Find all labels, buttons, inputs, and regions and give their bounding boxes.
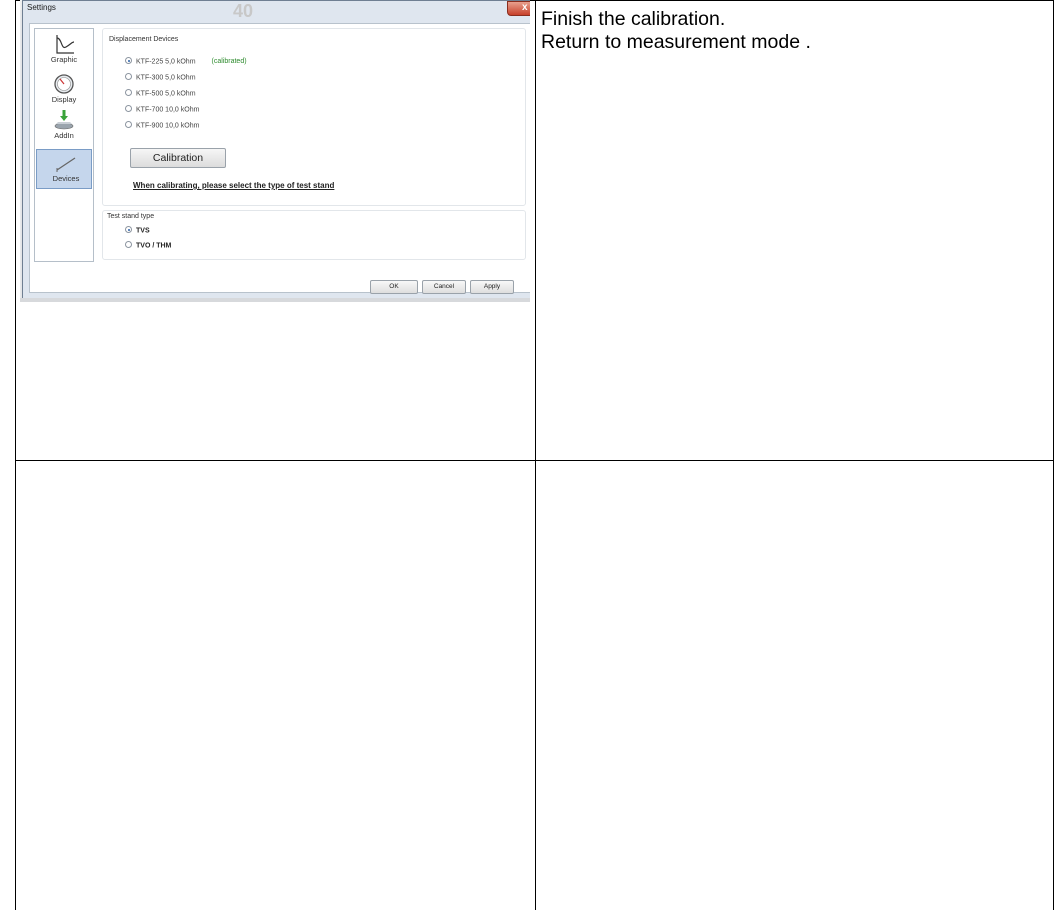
table-border-left [15, 0, 16, 910]
ok-button[interactable]: OK [370, 280, 418, 294]
close-button[interactable]: x [507, 1, 530, 16]
table-row-divider [15, 460, 1054, 461]
test-stand-label: TVO / THM [136, 242, 172, 250]
dialog-titlebar[interactable]: Settings 40 x [23, 1, 530, 23]
addin-download-icon [54, 110, 74, 130]
test-stand-option-tvs[interactable]: TVS [125, 226, 150, 237]
test-stand-option-tvo-thm[interactable]: TVO / THM [125, 241, 172, 252]
sidebar-item-label: Devices [52, 174, 80, 183]
device-option-ktf-300[interactable]: KTF-300 5,0 kOhm [125, 73, 196, 84]
calibration-button[interactable]: Calibration [130, 148, 226, 168]
device-label: KTF-900 10,0 kOhm [136, 122, 200, 130]
device-label: KTF-225 5,0 kOhm [136, 58, 196, 66]
device-option-ktf-500[interactable]: KTF-500 5,0 kOhm [125, 89, 196, 100]
table-column-divider [535, 0, 536, 910]
sidebar-item-addin[interactable]: AddIn [35, 107, 93, 147]
radio-icon[interactable] [125, 241, 132, 248]
device-label: KTF-700 10,0 kOhm [136, 106, 200, 114]
radio-icon[interactable] [125, 105, 132, 112]
device-option-ktf-700[interactable]: KTF-700 10,0 kOhm [125, 105, 200, 116]
device-label: KTF-300 5,0 kOhm [136, 74, 196, 82]
calibrated-status: (calibrated) [211, 58, 247, 66]
cancel-button[interactable]: Cancel [422, 280, 466, 294]
gauge-icon [54, 74, 74, 94]
instruction-line-2: Return to measurement mode . [541, 31, 811, 53]
radio-selected-icon[interactable] [125, 57, 132, 64]
sidebar-item-label: Display [51, 95, 77, 104]
group-title: Test stand type [107, 213, 155, 220]
calibration-note: When calibrating, please select the type… [133, 181, 335, 190]
radio-icon[interactable] [125, 73, 132, 80]
dialog-title: Settings [27, 3, 56, 12]
sidebar-item-label: Graphic [50, 55, 78, 64]
background-ghost-text: 40 [233, 1, 254, 21]
settings-dialog: Settings 40 x Graphic Display AddIn Devi… [22, 0, 530, 300]
graph-curve-icon [56, 35, 75, 54]
sidebar-item-label: AddIn [54, 131, 74, 140]
test-stand-type-group: Test stand type TVS TVO / THM [102, 210, 526, 260]
radio-icon[interactable] [125, 89, 132, 96]
displacement-devices-group: Displacement Devices KTF-225 5,0 kOhm (ca… [102, 28, 526, 206]
radio-selected-icon[interactable] [125, 226, 132, 233]
sidebar-item-display[interactable]: Display [35, 71, 93, 111]
device-option-ktf-225[interactable]: KTF-225 5,0 kOhm (calibrated) [125, 57, 247, 68]
device-option-ktf-900[interactable]: KTF-900 10,0 kOhm [125, 121, 200, 132]
sensor-rod-icon [56, 157, 76, 172]
settings-sidebar: Graphic Display AddIn Devices [34, 28, 94, 262]
settings-screenshot: Settings 40 x Graphic Display AddIn Devi… [20, 0, 530, 302]
group-title: Displacement Devices [109, 36, 179, 43]
close-icon: x [522, 2, 528, 13]
test-stand-label: TVS [136, 227, 150, 235]
sidebar-item-graphic[interactable]: Graphic [35, 31, 93, 71]
radio-icon[interactable] [125, 121, 132, 128]
instruction-text: Finish the calibration. Return to measur… [541, 8, 811, 54]
background-strip-bottom [20, 298, 530, 302]
device-label: KTF-500 5,0 kOhm [136, 90, 196, 98]
dialog-client-area: Graphic Display AddIn Devices Displaceme… [29, 23, 530, 294]
instruction-line-1: Finish the calibration. [541, 8, 726, 30]
apply-button[interactable]: Apply [470, 280, 514, 294]
sidebar-item-devices[interactable]: Devices [36, 149, 92, 189]
